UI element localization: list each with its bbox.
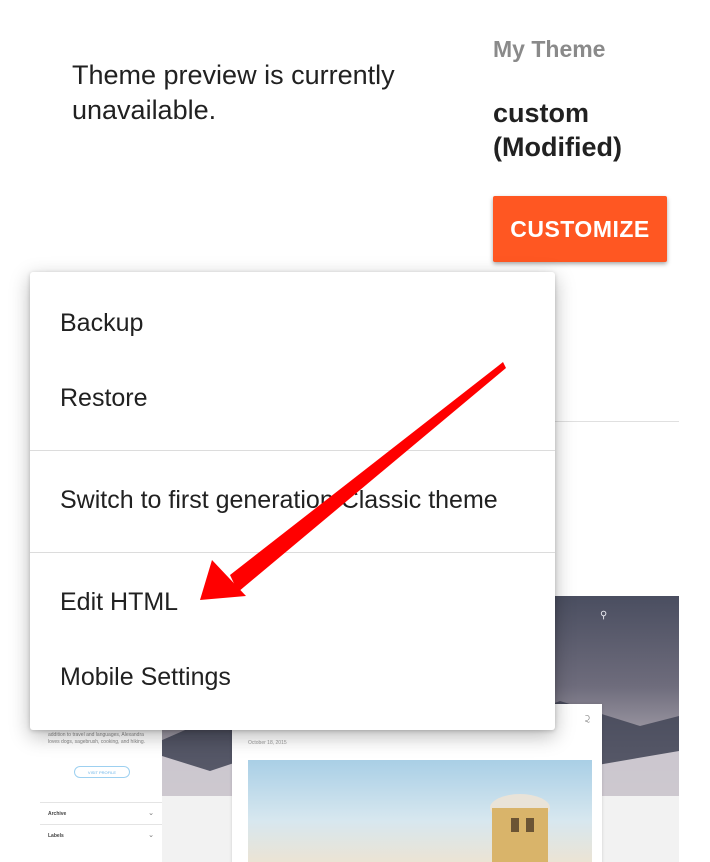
thumbnail-post-date: October 18, 2015 [248,740,287,746]
customize-button[interactable]: CUSTOMIZE [493,196,667,262]
share-icon: ⫈ [584,714,590,724]
thumbnail-profile-button: VISIT PROFILE [74,766,130,778]
menu-item-restore[interactable]: Restore [30,368,555,428]
menu-item-backup[interactable]: Backup [30,293,555,353]
thumbnail-archive-row: Archive ⌄ [40,802,162,825]
my-theme-heading: My Theme [493,36,606,62]
chevron-down-icon: ⌄ [148,810,154,817]
thumbnail-sidebar-text: addition to travel and languages, Alexan… [48,732,146,745]
menu-item-switch-classic-theme[interactable]: Switch to first generation Classic theme [30,470,555,530]
thumbnail-tower-illustration [490,794,550,862]
thumbnail-labels-label: Labels [48,833,64,839]
theme-preview-message: Theme preview is currently unavailable. [72,60,395,125]
thumbnail-post-image [248,760,592,862]
menu-separator [30,450,555,451]
divider [555,421,679,422]
theme-name: custom (Modified) [493,98,622,162]
menu-separator [30,552,555,553]
search-icon: ⚲ [600,610,608,621]
theme-options-menu: Backup Restore Switch to first generatio… [30,272,555,730]
menu-item-mobile-settings[interactable]: Mobile Settings [30,647,555,707]
thumbnail-archive-label: Archive [48,811,67,817]
thumbnail-labels-row: Labels ⌄ [40,824,162,847]
theme-page: Theme preview is currently unavailable. … [0,0,710,862]
chevron-down-icon: ⌄ [148,832,154,839]
menu-item-edit-html[interactable]: Edit HTML [30,572,555,632]
